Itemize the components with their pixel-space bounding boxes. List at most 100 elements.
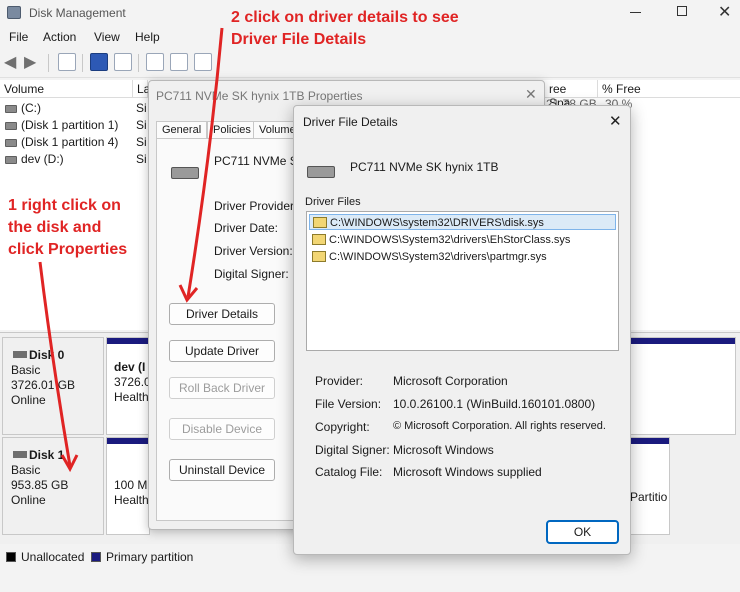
- disk-type: Basic: [11, 363, 41, 377]
- window-title: Disk Management: [29, 6, 126, 20]
- properties-icon[interactable]: [114, 53, 132, 71]
- disk-icon: [13, 351, 27, 358]
- disk-1-partition[interactable]: 100 M Health: [106, 437, 150, 535]
- minimize-icon[interactable]: [630, 12, 641, 13]
- primary-partition-bar: [107, 338, 149, 344]
- column-header-layout[interactable]: La: [133, 80, 150, 98]
- update-driver-button[interactable]: Update Driver: [169, 340, 275, 362]
- legend-swatch-primary: [91, 552, 101, 562]
- column-header-volume[interactable]: Volume: [0, 80, 133, 98]
- file-path: C:\WINDOWS\System32\drivers\partmgr.sys: [329, 251, 547, 263]
- driver-file-details-dialog: Driver File Details ✕ PC711 NVMe SK hyni…: [293, 105, 631, 555]
- provider-label: Provider:: [315, 374, 364, 388]
- driver-details-button[interactable]: Driver Details: [169, 303, 275, 325]
- file-list-item[interactable]: C:\WINDOWS\system32\DRIVERS\disk.sys: [309, 214, 616, 230]
- disk-status: Online: [11, 493, 46, 507]
- uninstall-device-button[interactable]: Uninstall Device: [169, 459, 275, 481]
- drive-icon: [5, 139, 17, 147]
- toolbar-separator: [48, 54, 49, 72]
- volume-name: (Disk 1 partition 4): [21, 135, 119, 149]
- catalog-file-value: Microsoft Windows supplied: [393, 465, 542, 479]
- volume-name: (Disk 1 partition 1): [21, 118, 119, 132]
- volume-name: (C:): [21, 101, 41, 115]
- volume-row[interactable]: (Disk 1 partition 1) Si: [0, 118, 148, 134]
- partition-label: Partitio: [630, 490, 668, 504]
- disk-size: 953.85 GB: [11, 478, 69, 492]
- disable-device-button[interactable]: Disable Device: [169, 418, 275, 440]
- partition-health: Health: [114, 493, 149, 507]
- driver-date-label: Driver Date:: [214, 221, 279, 235]
- menu-file[interactable]: File: [9, 30, 28, 44]
- disk-drive-icon: [171, 167, 199, 179]
- console-tree-icon[interactable]: [58, 53, 76, 71]
- digital-signer-label: Digital Signer:: [214, 267, 289, 281]
- ok-button[interactable]: OK: [546, 520, 619, 544]
- file-path: C:\WINDOWS\system32\DRIVERS\disk.sys: [330, 217, 544, 229]
- driver-provider-label: Driver Provider:: [214, 199, 298, 213]
- check-icon[interactable]: [170, 53, 188, 71]
- disk-0-partition-right[interactable]: [628, 337, 736, 435]
- annotation-line: 1 right click on: [8, 197, 121, 214]
- column-header-percent-free[interactable]: % Free: [598, 80, 740, 98]
- roll-back-driver-button[interactable]: Roll Back Driver: [169, 377, 275, 399]
- annotation-line: click Properties: [8, 241, 128, 258]
- volume-row[interactable]: (Disk 1 partition 4) Si: [0, 135, 148, 151]
- volume-layout: Si: [136, 152, 147, 166]
- menu-action[interactable]: Action: [43, 30, 76, 44]
- catalog-file-label: Catalog File:: [315, 465, 383, 479]
- volume-layout: Si: [136, 118, 147, 132]
- drive-icon: [5, 122, 17, 130]
- file-list-item[interactable]: C:\WINDOWS\System32\drivers\EhStorClass.…: [309, 232, 616, 248]
- file-version-value: 10.0.26100.1 (WinBuild.160101.0800): [393, 397, 596, 411]
- provider-value: Microsoft Corporation: [393, 374, 508, 388]
- volume-row[interactable]: dev (D:) Si: [0, 152, 148, 168]
- annotation-step-2: 2 click on driver details to see Driver …: [231, 7, 459, 51]
- connect-icon[interactable]: [146, 53, 164, 71]
- file-list-item[interactable]: C:\WINDOWS\System32\drivers\partmgr.sys: [309, 249, 616, 265]
- disk-0-label[interactable]: Disk 0 Basic 3726.01 GB Online: [2, 337, 104, 435]
- legend-label-primary: Primary partition: [106, 550, 194, 564]
- volume-layout: Si: [136, 135, 147, 149]
- annotation-step-1: 1 right click on the disk and click Prop…: [8, 195, 127, 261]
- tab-general[interactable]: General: [156, 121, 208, 139]
- volume-layout: Si: [136, 101, 147, 115]
- close-icon[interactable]: ✕: [718, 2, 731, 22]
- volume-name: dev (D:): [21, 152, 64, 166]
- view-icon[interactable]: [194, 53, 212, 71]
- app-icon: [7, 6, 21, 19]
- dialog-title: PC711 NVMe SK hynix 1TB Properties: [156, 89, 363, 103]
- disk-icon: [13, 451, 27, 458]
- drive-icon: [5, 156, 17, 164]
- partition-health: Health: [114, 390, 149, 404]
- close-icon[interactable]: ✕: [525, 86, 537, 103]
- driver-files-list[interactable]: C:\WINDOWS\system32\DRIVERS\disk.sys C:\…: [306, 211, 619, 351]
- disk-size: 3726.01 GB: [11, 378, 76, 392]
- partition-size: 100 M: [114, 478, 148, 492]
- close-icon[interactable]: ✕: [609, 112, 622, 130]
- back-arrow-icon[interactable]: ◀: [4, 52, 16, 72]
- toolbar-separator: [82, 54, 83, 72]
- disk-drive-icon: [307, 166, 335, 178]
- drive-icon: [5, 105, 17, 113]
- help-icon[interactable]: [90, 53, 108, 71]
- disk-1-label[interactable]: Disk 1 Basic 953.85 GB Online: [2, 437, 104, 535]
- volume-row[interactable]: (C:) Si: [0, 101, 148, 117]
- annotation-line: the disk and: [8, 219, 102, 236]
- digital-signer-label: Digital Signer:: [315, 443, 390, 457]
- disk-status: Online: [11, 393, 46, 407]
- annotation-line: Driver File Details: [231, 31, 367, 48]
- column-header-free-space[interactable]: ree Spa...: [545, 80, 598, 110]
- primary-partition-bar: [628, 338, 735, 344]
- maximize-icon[interactable]: [677, 6, 687, 16]
- annotation-line: 2 click on driver details to see: [231, 9, 459, 26]
- file-icon: [313, 217, 327, 228]
- disk-0-partition[interactable]: dev (I 3726.0 Health: [106, 337, 151, 435]
- menu-help[interactable]: Help: [135, 30, 160, 44]
- copyright-value: © Microsoft Corporation. All rights rese…: [393, 420, 606, 432]
- device-name: PC711 NVMe SK hynix 1TB: [350, 160, 499, 174]
- file-icon: [312, 251, 326, 262]
- forward-arrow-icon[interactable]: ▶: [24, 52, 36, 72]
- copyright-label: Copyright:: [315, 420, 370, 434]
- menu-view[interactable]: View: [94, 30, 120, 44]
- tab-policies[interactable]: Policies: [207, 121, 257, 139]
